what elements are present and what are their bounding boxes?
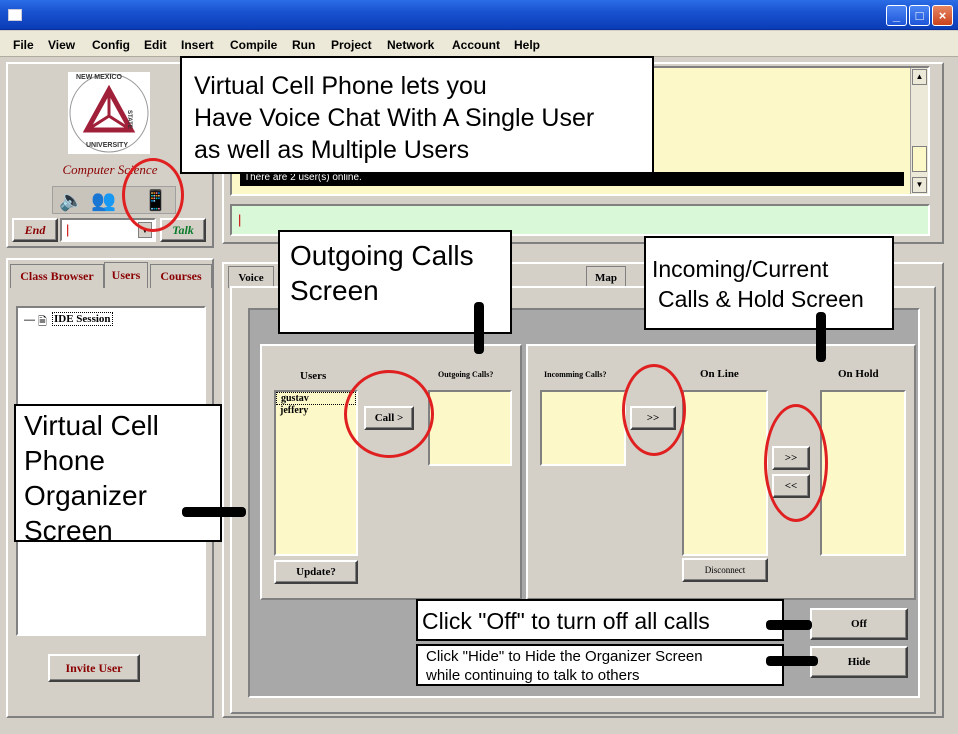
tree-connector: — xyxy=(24,314,35,326)
tab-users[interactable]: Users xyxy=(104,262,148,288)
menu-run[interactable]: Run xyxy=(292,38,315,52)
scroll-up-icon[interactable]: ▲ xyxy=(912,69,927,85)
chat-input-value: | xyxy=(238,212,242,227)
on-hold-header: On Hold xyxy=(838,368,879,380)
tab-courses[interactable]: Courses xyxy=(150,264,212,288)
incoming-calls-section: Incomming Calls? On Line On Hold >> >> <… xyxy=(526,344,916,600)
user-list-item[interactable]: gustav xyxy=(276,392,356,405)
menu-bar: File View Config Edit Insert Compile Run… xyxy=(0,31,958,57)
minimize-button[interactable]: _ xyxy=(886,5,907,26)
invite-user-button[interactable]: Invite User xyxy=(48,654,140,682)
end-button[interactable]: End xyxy=(12,218,58,242)
outgoing-calls-list[interactable] xyxy=(428,390,512,466)
scroll-down-icon[interactable]: ▼ xyxy=(912,177,927,193)
highlight-ring xyxy=(622,364,686,456)
chat-scrollbar[interactable]: ▲ ▼ xyxy=(910,68,928,194)
menu-edit[interactable]: Edit xyxy=(144,38,167,52)
annotation-incoming-calls: Incoming/Current Calls & Hold Screen xyxy=(644,236,894,330)
scroll-thumb[interactable] xyxy=(912,146,927,172)
menu-network[interactable]: Network xyxy=(387,38,434,52)
chat-status-line: There are 2 user(s) online. xyxy=(240,172,904,186)
update-button[interactable]: Update? xyxy=(274,560,358,584)
online-calls-list[interactable] xyxy=(682,390,768,556)
tree-node-ide-session[interactable]: IDE Session xyxy=(52,312,113,326)
disconnect-button[interactable]: Disconnect xyxy=(682,558,768,582)
title-bar: _ □ × xyxy=(0,0,958,30)
university-logo: NEW MEXICO STATE UNIVERSITY xyxy=(68,72,150,154)
app-icon xyxy=(8,9,22,21)
menu-compile[interactable]: Compile xyxy=(230,38,277,52)
menu-project[interactable]: Project xyxy=(331,38,372,52)
menu-file[interactable]: File xyxy=(13,38,34,52)
off-button[interactable]: Off xyxy=(810,608,908,640)
annotation-organizer-screen: Virtual Cell Phone Organizer Screen xyxy=(14,404,222,546)
menu-config[interactable]: Config xyxy=(92,38,130,52)
menu-insert[interactable]: Insert xyxy=(181,38,214,52)
annotation-pointer xyxy=(766,620,812,630)
tab-class-browser[interactable]: Class Browser xyxy=(10,264,104,288)
annotation-pointer xyxy=(816,312,826,362)
annotation-pointer xyxy=(474,302,484,354)
online-header: On Line xyxy=(700,368,739,380)
annotation-off-button: Click "Off" to turn off all calls xyxy=(416,599,784,641)
menu-account[interactable]: Account xyxy=(452,38,500,52)
close-button[interactable]: × xyxy=(932,5,953,26)
logo-text-bottom: UNIVERSITY xyxy=(86,142,129,149)
incoming-calls-list[interactable] xyxy=(540,390,626,466)
users-header: Users xyxy=(300,370,327,382)
outgoing-calls-header: Outgoing Calls? xyxy=(438,370,494,379)
highlight-ring xyxy=(764,404,828,522)
annotation-pointer xyxy=(766,656,818,666)
voice-user-value: | xyxy=(66,222,70,237)
tab-voice[interactable]: Voice xyxy=(228,266,274,288)
annotation-virtual-cell-phone: Virtual Cell Phone lets you Have Voice C… xyxy=(180,56,654,174)
menu-help[interactable]: Help xyxy=(514,38,540,52)
on-hold-list[interactable] xyxy=(820,390,906,556)
highlight-ring xyxy=(122,158,184,232)
logo-text-top: NEW MEXICO xyxy=(76,74,122,81)
incoming-calls-header: Incomming Calls? xyxy=(544,370,607,379)
speaker-icon[interactable]: 🔈 xyxy=(59,188,84,213)
hide-button[interactable]: Hide xyxy=(810,646,908,678)
annotation-pointer xyxy=(182,507,246,517)
menu-view[interactable]: View xyxy=(48,38,75,52)
logo-text-side: STATE xyxy=(126,110,132,129)
users-icon[interactable]: 👥 xyxy=(91,188,116,213)
highlight-ring xyxy=(344,370,434,458)
tab-map[interactable]: Map xyxy=(586,266,626,288)
maximize-button[interactable]: □ xyxy=(909,5,930,26)
annotation-hide-button: Click "Hide" to Hide the Organizer Scree… xyxy=(416,644,784,686)
document-icon: 🗎 xyxy=(38,316,47,328)
